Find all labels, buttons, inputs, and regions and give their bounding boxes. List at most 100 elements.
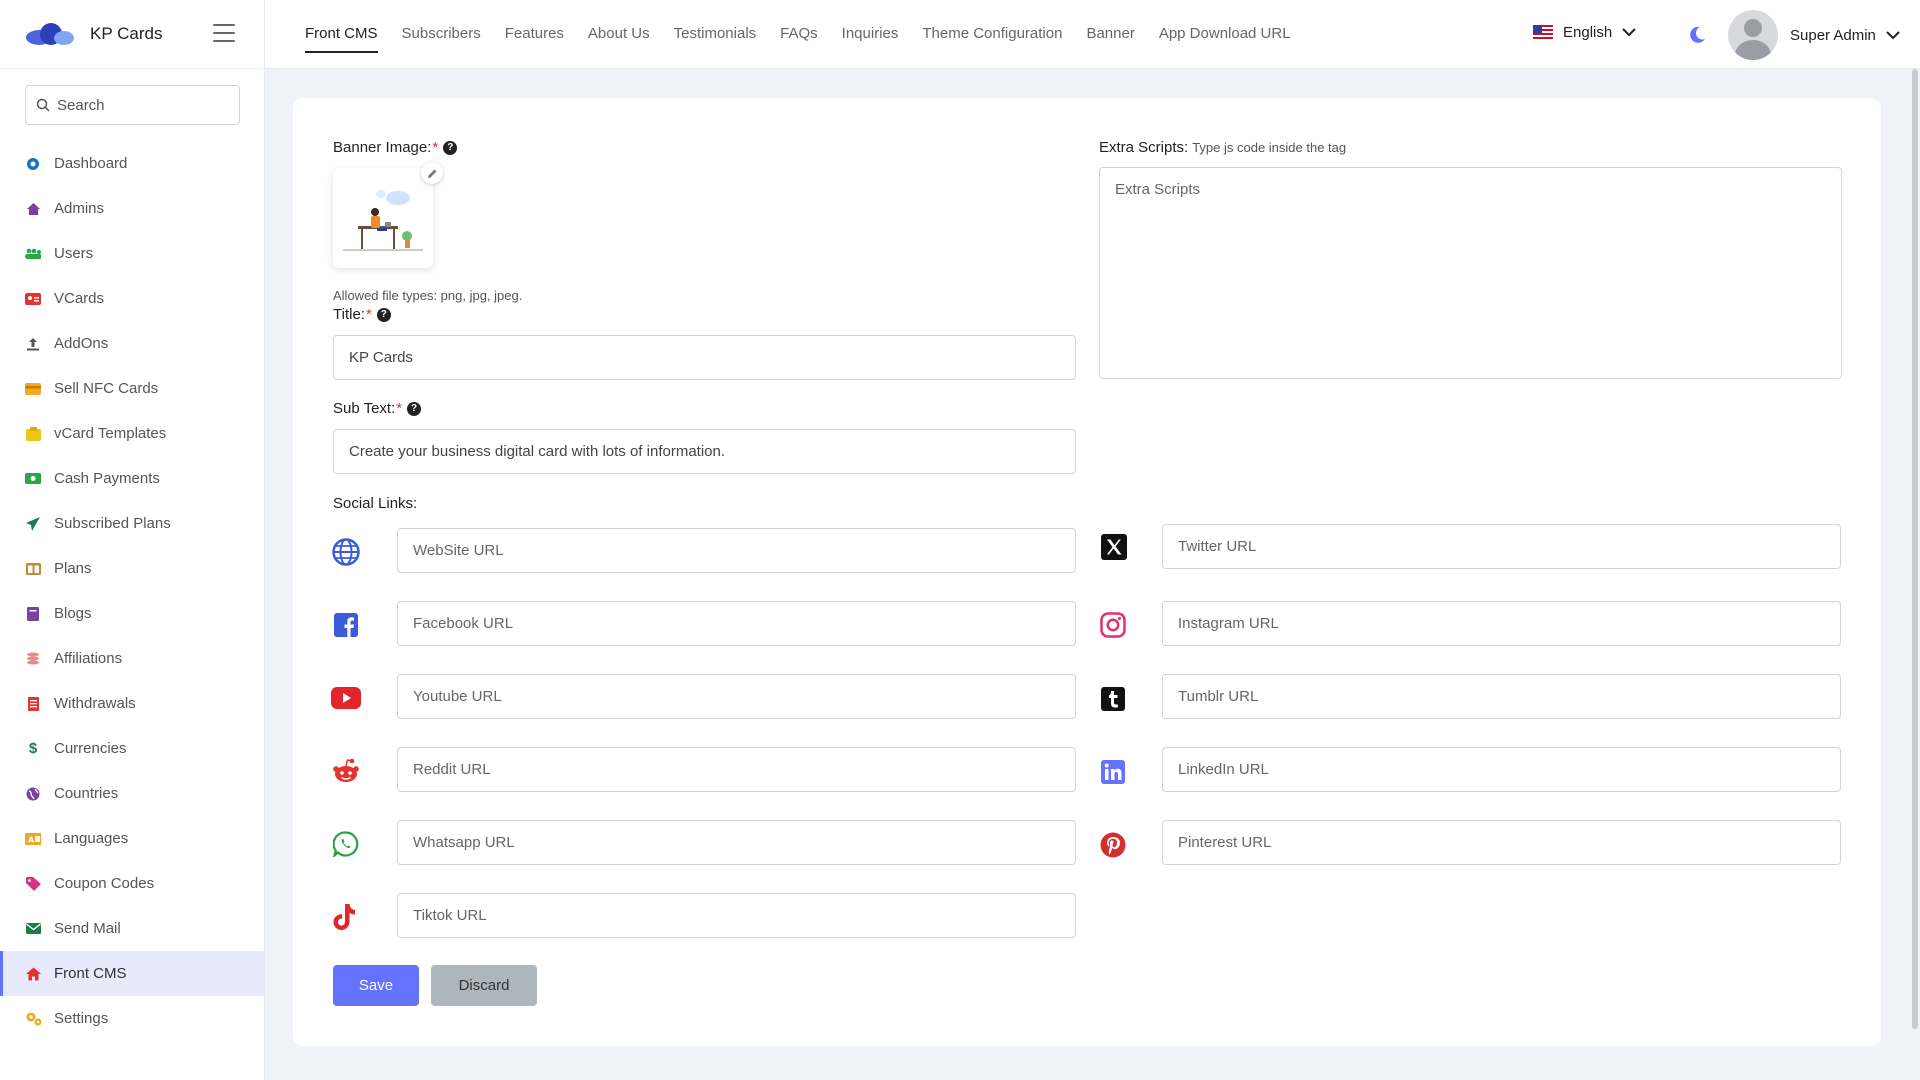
sidebar-item-label: vCard Templates: [54, 425, 167, 442]
search-icon: [36, 98, 50, 112]
tab-faqs[interactable]: FAQs: [780, 0, 818, 69]
sidebar-item-users[interactable]: Users: [0, 231, 264, 276]
pinterest-icon: [1098, 830, 1128, 860]
scrollbar-thumb[interactable]: [1912, 69, 1918, 1029]
whatsapp-icon: [331, 829, 361, 859]
sidebar-item-affiliations[interactable]: Affiliations: [0, 636, 264, 681]
sidebar-item-label: Countries: [54, 785, 119, 802]
user-menu[interactable]: Super Admin: [1728, 10, 1900, 60]
sidebar-item-subscribed-plans[interactable]: Subscribed Plans: [0, 501, 264, 546]
sidebar-item-sell-nfc-cards[interactable]: Sell NFC Cards: [0, 366, 264, 411]
sidebar-item-dashboard[interactable]: Dashboard: [0, 141, 264, 186]
sidebar-item-label: AddOns: [54, 335, 109, 352]
banner-image-preview[interactable]: [333, 168, 433, 268]
help-icon[interactable]: ?: [376, 307, 391, 322]
us-flag-icon: [1533, 25, 1553, 40]
sidebar-item-label: Settings: [54, 1010, 109, 1027]
tumblr-url-input[interactable]: [1162, 674, 1841, 719]
sidebar-item-label: Affiliations: [54, 650, 123, 667]
search-input[interactable]: [57, 96, 217, 114]
chevron-down-icon: [1886, 30, 1900, 39]
front-cms-form: Banner Image: *? Allowed file types: png,…: [293, 98, 1881, 1046]
sidebar-item-settings[interactable]: Settings: [0, 996, 264, 1041]
users-icon: [25, 246, 41, 262]
cash-icon: [25, 471, 41, 487]
title-label: Title: *?: [333, 306, 391, 323]
website-url-input[interactable]: [397, 528, 1076, 573]
sidebar-item-vcards[interactable]: VCards: [0, 276, 264, 321]
template-icon: [25, 426, 41, 442]
save-button[interactable]: Save: [333, 965, 419, 1006]
chevron-down-icon: [1622, 28, 1636, 37]
pencil-icon: [427, 169, 436, 178]
extra-scripts-hint: Type js code inside the tag: [1192, 140, 1347, 155]
page-scrollbar[interactable]: [1910, 69, 1920, 1029]
sidebar-item-plans[interactable]: Plans: [0, 546, 264, 591]
sidebar-item-countries[interactable]: Countries: [0, 771, 264, 816]
globe-icon: [331, 537, 361, 567]
vcard-icon: [25, 291, 41, 307]
sidebar-item-languages[interactable]: A Languages: [0, 816, 264, 861]
sidebar-item-currencies[interactable]: $ Currencies: [0, 726, 264, 771]
tumblr-icon: [1098, 684, 1128, 714]
pinterest-url-input[interactable]: [1162, 820, 1841, 865]
brand-logo-icon[interactable]: [26, 23, 74, 45]
instagram-url-input[interactable]: [1162, 601, 1841, 646]
label-text: Title:: [333, 306, 365, 323]
sidebar-item-front-cms[interactable]: Front CMS: [0, 951, 264, 996]
help-icon[interactable]: ?: [443, 140, 458, 155]
tiktok-url-input[interactable]: [397, 893, 1076, 938]
tab-front-cms[interactable]: Front CMS: [305, 1, 378, 53]
twitter-url-input[interactable]: [1162, 524, 1841, 569]
tab-about-us[interactable]: About Us: [588, 0, 650, 69]
sidebar-item-label: Subscribed Plans: [54, 515, 171, 532]
sidebar-item-label: VCards: [54, 290, 105, 307]
sidebar-item-label: Currencies: [54, 740, 127, 757]
help-icon[interactable]: ?: [407, 401, 422, 416]
dark-mode-moon-icon[interactable]: [1687, 25, 1707, 45]
whatsapp-url-input[interactable]: [397, 820, 1076, 865]
tab-features[interactable]: Features: [505, 0, 564, 69]
admin-icon: [25, 201, 41, 217]
avatar: [1728, 10, 1778, 60]
title-input[interactable]: [333, 335, 1076, 380]
sidebar-item-blogs[interactable]: Blogs: [0, 591, 264, 636]
sidebar-item-cash-payments[interactable]: Cash Payments: [0, 456, 264, 501]
sidebar-item-send-mail[interactable]: Send Mail: [0, 906, 264, 951]
edit-banner-button[interactable]: [421, 162, 443, 184]
linkedin-url-input[interactable]: [1162, 747, 1841, 792]
sidebar-item-label: Blogs: [54, 605, 92, 622]
brand-name[interactable]: KP Cards: [90, 24, 162, 44]
extra-scripts-textarea[interactable]: [1099, 167, 1842, 379]
linkedin-icon: [1098, 757, 1128, 787]
language-dropdown[interactable]: English: [1533, 24, 1636, 41]
extra-scripts-label: Extra Scripts: Type js code inside the ta…: [1099, 139, 1346, 156]
subtext-input[interactable]: [333, 429, 1076, 474]
language-label: English: [1563, 24, 1613, 41]
mail-icon: [25, 921, 41, 937]
sidebar-item-coupon-codes[interactable]: Coupon Codes: [0, 861, 264, 906]
tab-banner[interactable]: Banner: [1086, 0, 1134, 69]
required-mark: *: [365, 306, 372, 323]
sidebar-item-label: Withdrawals: [54, 695, 136, 712]
hamburger-menu-icon[interactable]: [213, 24, 235, 42]
tab-inquiries[interactable]: Inquiries: [842, 0, 899, 69]
sidebar-item-vcard-templates[interactable]: vCard Templates: [0, 411, 264, 456]
sidebar-item-withdrawals[interactable]: Withdrawals: [0, 681, 264, 726]
tab-testimonials[interactable]: Testimonials: [674, 0, 757, 69]
coins-icon: [25, 651, 41, 667]
discard-button[interactable]: Discard: [431, 965, 537, 1006]
youtube-url-input[interactable]: [397, 674, 1076, 719]
reddit-url-input[interactable]: [397, 747, 1076, 792]
tab-theme-configuration[interactable]: Theme Configuration: [922, 0, 1062, 69]
allowed-file-types: Allowed file types: png, jpg, jpeg.: [333, 288, 523, 303]
tab-app-download-url[interactable]: App Download URL: [1159, 0, 1291, 69]
globe-icon: [25, 786, 41, 802]
sidebar-item-label: Sell NFC Cards: [54, 380, 159, 397]
tab-subscribers[interactable]: Subscribers: [402, 0, 481, 69]
sidebar-item-admins[interactable]: Admins: [0, 186, 264, 231]
sidebar-item-addons[interactable]: AddOns: [0, 321, 264, 366]
reddit-icon: [331, 756, 361, 786]
sidebar-item-label: Dashboard: [54, 155, 128, 172]
facebook-url-input[interactable]: [397, 601, 1076, 646]
